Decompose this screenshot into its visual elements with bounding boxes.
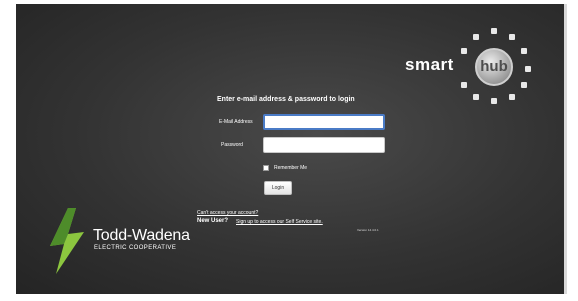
cant-access-link[interactable]: Can't access your account? — [197, 210, 258, 216]
password-input[interactable] — [263, 137, 385, 153]
brand-subtitle: ELECTRIC COOPERATIVE — [94, 245, 177, 251]
password-label: Password — [221, 142, 243, 148]
login-heading: Enter e-mail address & password to login — [217, 96, 355, 103]
remember-me-checkbox[interactable] — [263, 165, 269, 171]
smarthub-logo-hub: hub — [480, 58, 508, 75]
email-label: E-Mail Address — [219, 119, 253, 125]
new-user-label: New User? — [197, 218, 229, 224]
remember-me-label: Remember Me — [274, 165, 308, 171]
lightning-bolt-icon — [50, 208, 84, 274]
version-text: Version 14.4.0.1 — [357, 228, 379, 232]
page-edge — [564, 4, 567, 294]
remember-me-row[interactable]: Remember Me — [263, 165, 307, 171]
login-button[interactable]: Login — [264, 181, 292, 195]
brand-name: Todd-Wadena — [93, 227, 190, 244]
smarthub-logo-icon: hub — [443, 26, 537, 106]
sign-up-link[interactable]: Sign up to access our Self Service site. — [236, 219, 323, 225]
email-input[interactable] — [263, 114, 385, 130]
